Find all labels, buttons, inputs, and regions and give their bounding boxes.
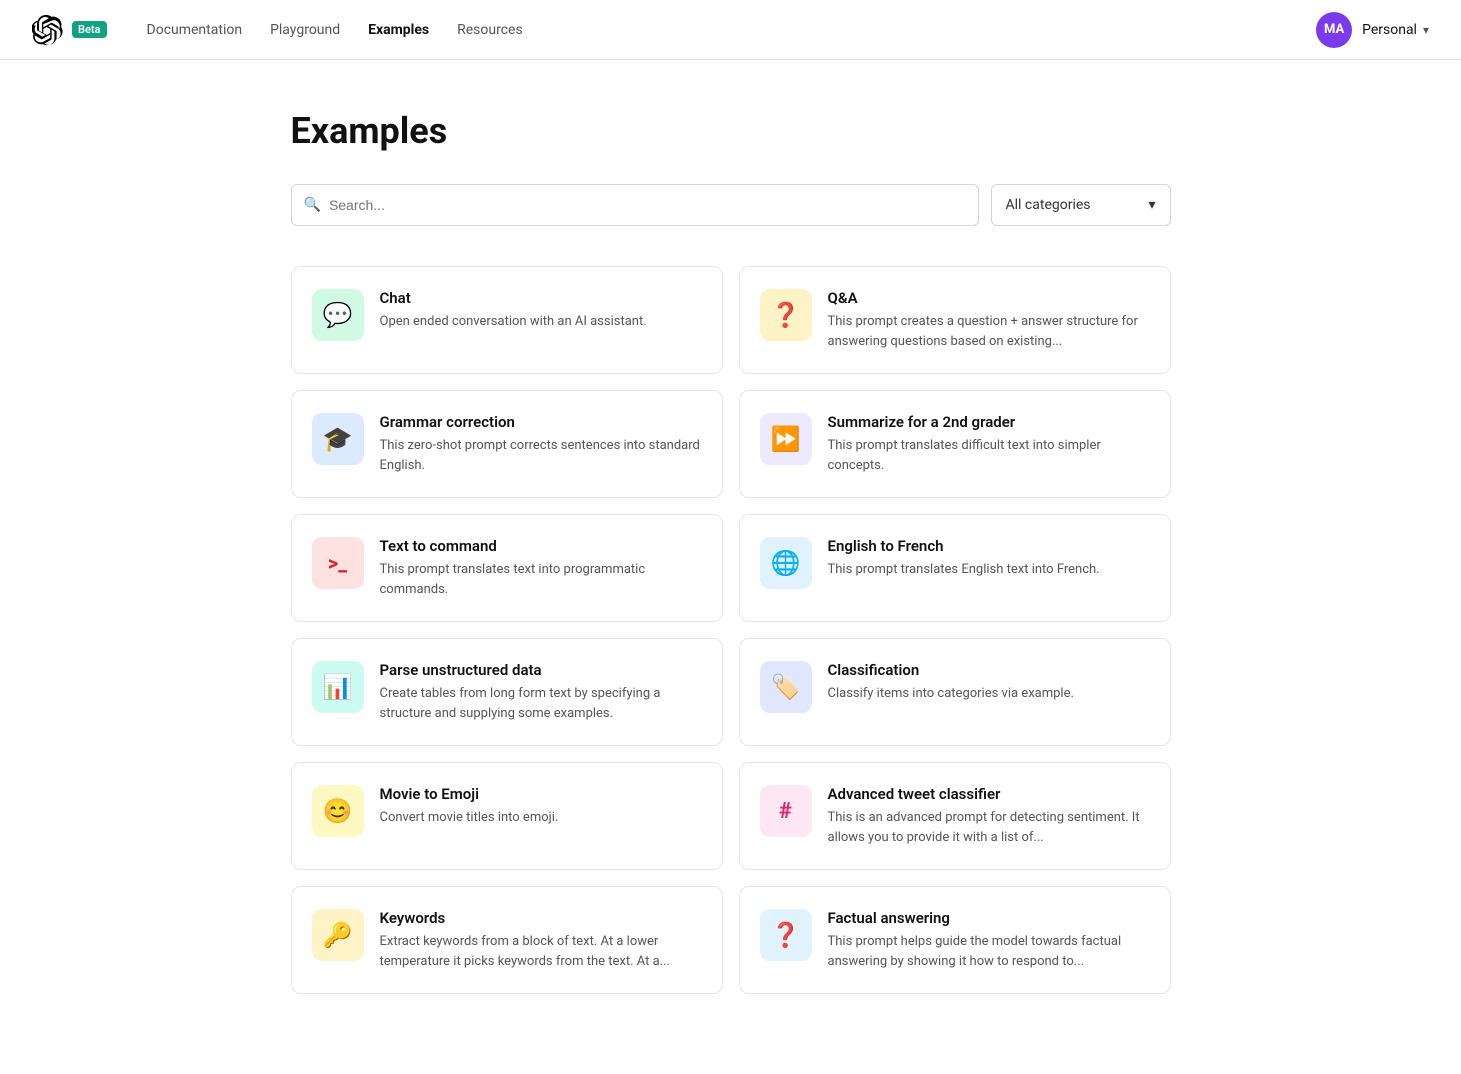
card-icon: 📊 bbox=[312, 661, 364, 713]
card-title: Summarize for a 2nd grader bbox=[828, 413, 1150, 431]
card-body: Chat Open ended conversation with an AI … bbox=[380, 289, 702, 332]
card-body: Parse unstructured data Create tables fr… bbox=[380, 661, 702, 723]
card-body: Grammar correction This zero-shot prompt… bbox=[380, 413, 702, 475]
card-chat[interactable]: 💬 Chat Open ended conversation with an A… bbox=[291, 266, 723, 374]
card-summarize-2nd-grader[interactable]: ⏩ Summarize for a 2nd grader This prompt… bbox=[739, 390, 1171, 498]
nav-resources[interactable]: Resources bbox=[457, 22, 523, 38]
card-title: English to French bbox=[828, 537, 1150, 555]
card-body: Summarize for a 2nd grader This prompt t… bbox=[828, 413, 1150, 475]
chevron-down-icon: ▾ bbox=[1423, 23, 1429, 37]
nav-right: MA Personal ▾ bbox=[1316, 12, 1429, 48]
main-content: Examples 🔍 All categories ▾ 💬 Chat Open … bbox=[271, 60, 1191, 1074]
card-title: Parse unstructured data bbox=[380, 661, 702, 679]
card-title: Movie to Emoji bbox=[380, 785, 702, 803]
card-keywords[interactable]: 🔑 Keywords Extract keywords from a block… bbox=[291, 886, 723, 994]
card-parse-unstructured-data[interactable]: 📊 Parse unstructured data Create tables … bbox=[291, 638, 723, 746]
card-body: Advanced tweet classifier This is an adv… bbox=[828, 785, 1150, 847]
card-description: This prompt helps guide the model toward… bbox=[828, 932, 1150, 971]
card-description: Classify items into categories via examp… bbox=[828, 684, 1150, 704]
card-icon: # bbox=[760, 785, 812, 837]
search-input[interactable] bbox=[329, 197, 966, 213]
card-description: Extract keywords from a block of text. A… bbox=[380, 932, 702, 971]
logo[interactable]: Beta bbox=[32, 14, 107, 46]
card-body: Text to command This prompt translates t… bbox=[380, 537, 702, 599]
search-icon: 🔍 bbox=[304, 197, 321, 213]
card-title: Chat bbox=[380, 289, 702, 307]
card-advanced-tweet-classifier[interactable]: # Advanced tweet classifier This is an a… bbox=[739, 762, 1171, 870]
openai-logo-icon bbox=[32, 14, 64, 46]
card-title: Q&A bbox=[828, 289, 1150, 307]
card-body: Factual answering This prompt helps guid… bbox=[828, 909, 1150, 971]
card-icon: ❓ bbox=[760, 289, 812, 341]
card-body: Q&A This prompt creates a question + ans… bbox=[828, 289, 1150, 351]
card-english-to-french[interactable]: 🌐 English to French This prompt translat… bbox=[739, 514, 1171, 622]
nav-links: Documentation Playground Examples Resour… bbox=[147, 22, 1317, 38]
card-icon: 💬 bbox=[312, 289, 364, 341]
card-movie-to-emoji[interactable]: 😊 Movie to Emoji Convert movie titles in… bbox=[291, 762, 723, 870]
card-icon: 🏷️ bbox=[760, 661, 812, 713]
card-description: Create tables from long form text by spe… bbox=[380, 684, 702, 723]
account-label: Personal bbox=[1362, 22, 1417, 38]
category-filter-label: All categories bbox=[1006, 197, 1091, 213]
card-title: Text to command bbox=[380, 537, 702, 555]
card-title: Keywords bbox=[380, 909, 702, 927]
card-icon: 🔑 bbox=[312, 909, 364, 961]
card-qa[interactable]: ❓ Q&A This prompt creates a question + a… bbox=[739, 266, 1171, 374]
page-title: Examples bbox=[291, 110, 1171, 152]
card-icon: 😊 bbox=[312, 785, 364, 837]
card-factual-answering[interactable]: ❓ Factual answering This prompt helps gu… bbox=[739, 886, 1171, 994]
card-body: Movie to Emoji Convert movie titles into… bbox=[380, 785, 702, 828]
card-text-to-command[interactable]: >_ Text to command This prompt translate… bbox=[291, 514, 723, 622]
card-body: Keywords Extract keywords from a block o… bbox=[380, 909, 702, 971]
examples-grid: 💬 Chat Open ended conversation with an A… bbox=[291, 266, 1171, 994]
card-description: Convert movie titles into emoji. bbox=[380, 808, 702, 828]
category-filter[interactable]: All categories ▾ bbox=[991, 184, 1171, 226]
card-grammar-correction[interactable]: 🎓 Grammar correction This zero-shot prom… bbox=[291, 390, 723, 498]
card-title: Grammar correction bbox=[380, 413, 702, 431]
card-title: Classification bbox=[828, 661, 1150, 679]
avatar: MA bbox=[1316, 12, 1352, 48]
card-description: This prompt translates difficult text in… bbox=[828, 436, 1150, 475]
card-classification[interactable]: 🏷️ Classification Classify items into ca… bbox=[739, 638, 1171, 746]
card-icon: ❓ bbox=[760, 909, 812, 961]
card-icon: 🎓 bbox=[312, 413, 364, 465]
card-description: This prompt translates text into program… bbox=[380, 560, 702, 599]
card-icon: >_ bbox=[312, 537, 364, 589]
nav-playground[interactable]: Playground bbox=[270, 22, 340, 38]
card-title: Advanced tweet classifier bbox=[828, 785, 1150, 803]
search-wrapper: 🔍 bbox=[291, 184, 979, 226]
card-icon: ⏩ bbox=[760, 413, 812, 465]
card-description: This zero-shot prompt corrects sentences… bbox=[380, 436, 702, 475]
account-menu[interactable]: Personal ▾ bbox=[1362, 22, 1429, 38]
nav-documentation[interactable]: Documentation bbox=[147, 22, 243, 38]
card-description: This prompt creates a question + answer … bbox=[828, 312, 1150, 351]
chevron-down-icon: ▾ bbox=[1148, 197, 1155, 213]
card-body: English to French This prompt translates… bbox=[828, 537, 1150, 580]
navbar: Beta Documentation Playground Examples R… bbox=[0, 0, 1461, 60]
beta-badge: Beta bbox=[72, 21, 107, 38]
card-title: Factual answering bbox=[828, 909, 1150, 927]
card-description: This prompt translates English text into… bbox=[828, 560, 1150, 580]
card-description: This is an advanced prompt for detecting… bbox=[828, 808, 1150, 847]
nav-examples[interactable]: Examples bbox=[368, 22, 429, 38]
card-description: Open ended conversation with an AI assis… bbox=[380, 312, 702, 332]
search-row: 🔍 All categories ▾ bbox=[291, 184, 1171, 226]
card-body: Classification Classify items into categ… bbox=[828, 661, 1150, 704]
card-icon: 🌐 bbox=[760, 537, 812, 589]
